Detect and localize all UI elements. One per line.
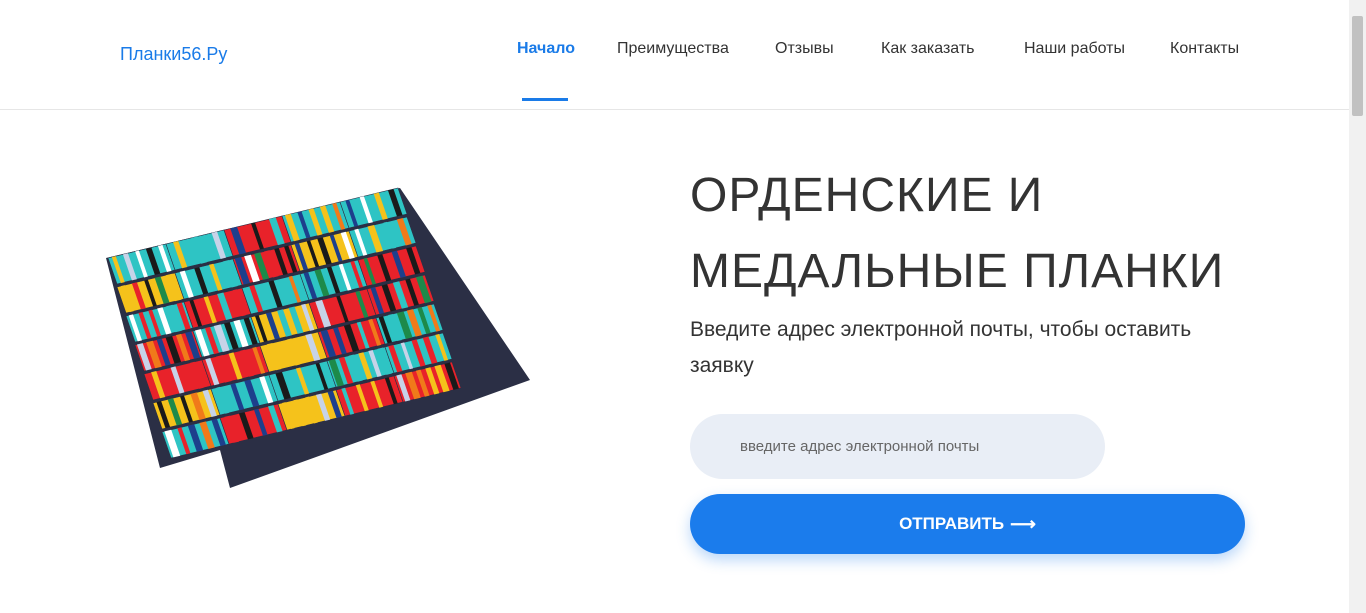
hero-subtitle: Введите адрес электронной почты, чтобы о… — [690, 318, 1192, 377]
active-nav-indicator — [522, 98, 568, 101]
hero-title-line-2: МЕДАЛЬНЫЕ ПЛАНКИ — [690, 245, 1225, 298]
nav-item-reviews[interactable]: Отзывы — [775, 40, 834, 58]
medal-ribbon-bars-image — [100, 180, 540, 500]
nav-item-our-works[interactable]: Наши работы — [1024, 40, 1125, 58]
scrollbar-thumb[interactable] — [1352, 16, 1363, 116]
email-input[interactable] — [690, 414, 1105, 479]
nav-item-home[interactable]: Начало — [517, 40, 575, 58]
brand-logo[interactable]: Планки56.Ру — [120, 44, 227, 65]
scrollbar[interactable] — [1349, 0, 1366, 613]
submit-button-label: ОТПРАВИТЬ — [899, 514, 1005, 533]
submit-button[interactable]: ОТПРАВИТЬ ⟶ — [690, 494, 1245, 554]
hero-title: ОРДЕНСКИЕ И МЕДАЛЬНЫЕ ПЛАНКИ — [690, 158, 1290, 310]
nav-item-how-to-order[interactable]: Как заказать — [881, 40, 975, 58]
arrow-right-icon: ⟶ — [1010, 514, 1036, 534]
nav-item-advantages[interactable]: Преимущества — [617, 40, 729, 58]
nav-item-contacts[interactable]: Контакты — [1170, 40, 1239, 58]
navbar: Планки56.Ру Начало Преимущества Отзывы К… — [0, 0, 1349, 110]
hero-title-line-1: ОРДЕНСКИЕ И — [690, 169, 1044, 222]
